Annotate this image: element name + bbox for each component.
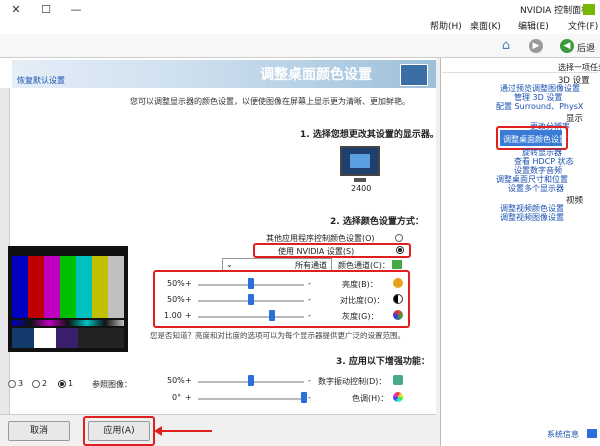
section3-heading: 3. 应用以下增强功能： xyxy=(336,357,430,367)
gamma-plus: + xyxy=(185,311,192,320)
contrast-slider-thumb[interactable] xyxy=(248,294,254,305)
sidebar-divider xyxy=(442,72,598,73)
reference-radio-2[interactable] xyxy=(32,380,40,388)
sidebar-item-multi-display[interactable]: 设置多个显示器 xyxy=(508,183,564,194)
contrast-plus: + xyxy=(185,295,192,304)
monitor-icon[interactable] xyxy=(340,146,380,176)
brightness-minus: - xyxy=(308,279,311,288)
brightness-icon xyxy=(393,278,403,288)
test-pattern-bar xyxy=(92,256,108,318)
menu-bar xyxy=(0,16,600,34)
hue-minus: - xyxy=(308,393,311,402)
test-pattern-bar xyxy=(76,256,92,318)
hue-slider[interactable] xyxy=(198,398,304,400)
gamma-icon xyxy=(393,310,403,320)
annotation-arrow-shaft xyxy=(160,430,212,432)
system-info-link[interactable]: 系统信息 xyxy=(547,429,579,440)
reference-image-label: 参照图像： xyxy=(92,380,132,389)
nvidia-logo-icon xyxy=(583,4,595,15)
hue-label: 色调(H)： xyxy=(352,394,389,403)
display-name: 2400 xyxy=(351,184,372,193)
menu-file[interactable]: 文件(F) xyxy=(568,19,598,32)
vibrance-icon xyxy=(393,375,403,385)
test-pattern-bar xyxy=(44,256,60,318)
page-description: 您可以调整显示器的颜色设置，以便使图像在屏幕上显示更为清晰、更加鲜艳。 xyxy=(130,97,410,106)
reference-radio-2-label: 2 xyxy=(42,379,48,388)
contrast-icon xyxy=(393,294,403,304)
hue-value: 0° xyxy=(172,393,182,402)
color-channel-icon xyxy=(392,260,402,269)
test-pattern-bar xyxy=(12,256,28,318)
annotation-arrow-head-icon xyxy=(154,426,162,436)
hue-slider-thumb[interactable] xyxy=(301,392,307,403)
menu-help[interactable]: 帮助(H) xyxy=(430,19,462,32)
hue-plus: + xyxy=(185,393,192,402)
test-pattern-image xyxy=(8,246,128,352)
maximize-button[interactable]: ☐ xyxy=(36,3,56,16)
back-arrow-icon[interactable]: ◀ xyxy=(560,39,574,53)
vibrance-label: 数字振动控制(D)： xyxy=(318,377,387,386)
gamma-minus: - xyxy=(308,311,311,320)
cancel-button[interactable]: 取消 xyxy=(8,421,70,441)
section2-heading: 2. 选择颜色设置方式： xyxy=(330,217,424,227)
reference-radio-3[interactable] xyxy=(8,380,16,388)
page-banner xyxy=(12,60,436,88)
sidebar-group-video[interactable]: 视频 xyxy=(566,194,583,206)
hue-icon xyxy=(393,392,403,402)
test-pattern-bar xyxy=(60,256,76,318)
radio-use-nvidia[interactable] xyxy=(396,246,404,254)
gamma-value: 1.00 xyxy=(164,311,182,320)
brightness-label: 亮度(B)： xyxy=(342,280,378,289)
sidebar-item-surround[interactable]: 配置 Surround、PhysX xyxy=(496,101,583,112)
section1-heading: 1. 选择您想更改其设置的显示器。 xyxy=(300,130,439,140)
vibrance-slider-thumb[interactable] xyxy=(248,375,254,386)
back-label[interactable]: 后退 xyxy=(577,41,595,54)
vibrance-minus: - xyxy=(308,376,311,385)
gamma-slider[interactable] xyxy=(198,316,304,318)
monitor-stand-icon xyxy=(354,178,366,182)
brightness-slider-thumb[interactable] xyxy=(248,278,254,289)
vibrance-plus: + xyxy=(185,376,192,385)
desktop-color-icon xyxy=(400,64,428,86)
menu-edit[interactable]: 编辑(E) xyxy=(518,19,549,32)
menu-desktop[interactable]: 桌面(K) xyxy=(470,19,501,32)
system-info-icon xyxy=(587,429,597,438)
radio-other-apps[interactable] xyxy=(395,234,403,242)
highlight-apply xyxy=(83,416,155,446)
brightness-value: 50% xyxy=(167,279,185,288)
contrast-label: 对比度(O)： xyxy=(340,296,385,305)
section2-note: 您是否知道？亮度和对比度的选项可以为每个显示器提供更广泛的设置范围。 xyxy=(150,331,405,340)
chevron-down-icon: ⌄ xyxy=(226,260,233,269)
page-title: 调整桌面颜色设置 xyxy=(260,67,372,83)
gamma-label: 灰度(G)： xyxy=(342,312,379,321)
home-icon[interactable]: ⌂ xyxy=(497,38,515,54)
window-title: NVIDIA 控制面板 xyxy=(520,6,591,16)
minimize-button[interactable]: — xyxy=(66,3,86,16)
vibrance-value: 50% xyxy=(167,376,185,385)
sidebar-item-desktop-color[interactable]: 调整桌面颜色设置 xyxy=(503,134,567,145)
reference-radio-1-label: 1 xyxy=(68,379,74,388)
sidebar-item-video-image[interactable]: 调整视频图像设置 xyxy=(500,212,564,223)
radio-use-nvidia-label: 使用 NVIDIA 设置(S) xyxy=(278,247,355,256)
reference-radio-1[interactable] xyxy=(58,380,66,388)
test-pattern-bar xyxy=(28,256,44,318)
test-pattern-bar xyxy=(108,256,124,318)
restore-defaults-link[interactable]: 恢复默认设置 xyxy=(17,75,65,86)
contrast-value: 50% xyxy=(167,295,185,304)
reference-radio-3-label: 3 xyxy=(18,379,24,388)
forward-arrow-icon[interactable]: ▶ xyxy=(529,39,543,53)
close-button[interactable]: ✕ xyxy=(6,3,26,16)
brightness-plus: + xyxy=(185,279,192,288)
contrast-minus: - xyxy=(308,295,311,304)
gamma-slider-thumb[interactable] xyxy=(269,310,276,321)
